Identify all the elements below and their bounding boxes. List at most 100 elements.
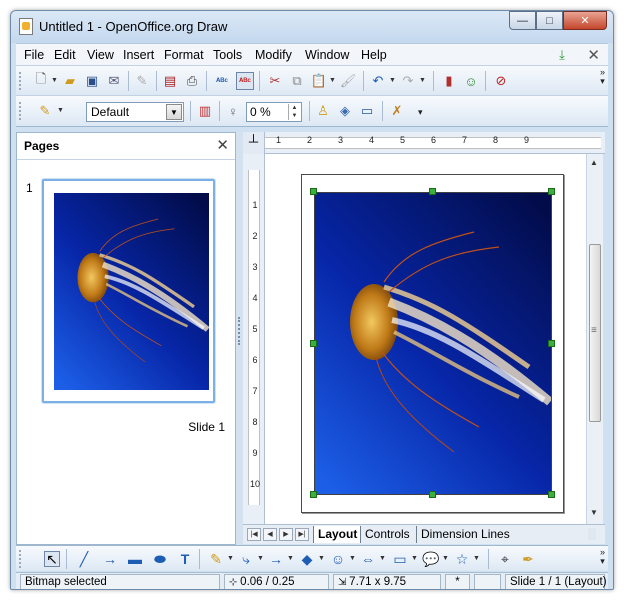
tab-dimension-lines[interactable]: Dimension Lines: [416, 526, 514, 543]
arrow-line-tool-icon[interactable]: →: [102, 551, 118, 567]
first-tab-button[interactable]: |◀: [247, 528, 261, 541]
rectangle-tool-icon[interactable]: ▬: [127, 551, 143, 567]
text-tool-icon[interactable]: T: [177, 551, 193, 567]
new-document-icon[interactable]: 🗋: [32, 71, 50, 90]
navigator-icon[interactable]: ⊘: [492, 72, 510, 90]
update-download-icon[interactable]: ⤓: [554, 47, 570, 63]
cut-icon[interactable]: ✂: [266, 72, 284, 90]
copy-icon[interactable]: ⧉: [288, 72, 306, 90]
area-fill-icon[interactable]: ◈: [336, 102, 354, 120]
status-modified[interactable]: *: [445, 574, 470, 589]
print-icon[interactable]: ⎙: [183, 72, 201, 90]
toolbar-overflow-button[interactable]: » ▾: [600, 68, 605, 86]
redo-icon[interactable]: ↷: [399, 72, 417, 90]
callouts-icon[interactable]: 💬: [422, 551, 439, 567]
curve-dropdown-arrow[interactable]: ▼: [227, 555, 234, 562]
shapes-dropdown-arrow[interactable]: ▼: [318, 555, 325, 562]
line-dropdown-arrow[interactable]: ▼: [57, 107, 64, 114]
selection-handle-top-right[interactable]: [548, 188, 555, 195]
chart-icon[interactable]: ▮: [440, 72, 458, 90]
selection-handle-bottom-right[interactable]: [548, 491, 555, 498]
connector-tool-icon[interactable]: ⤷: [238, 551, 254, 567]
shadow-icon[interactable]: ▭: [358, 102, 376, 120]
status-signature[interactable]: [474, 574, 501, 589]
new-dropdown-arrow[interactable]: ▼: [51, 77, 58, 84]
menu-modify[interactable]: Modify: [255, 48, 292, 62]
menu-help[interactable]: Help: [361, 48, 387, 62]
ruler-tab-icon[interactable]: ┴: [243, 132, 265, 154]
transparency-field[interactable]: 0 % ▲ ▼: [246, 102, 302, 122]
save-icon[interactable]: ▣: [83, 72, 101, 90]
document-close-button[interactable]: ✕: [587, 46, 600, 64]
connector-dropdown-arrow[interactable]: ▼: [257, 555, 264, 562]
selection-handle-left[interactable]: [310, 340, 317, 347]
menu-edit[interactable]: Edit: [54, 48, 76, 62]
toolbar2-overflow-button[interactable]: ▾: [418, 108, 423, 117]
basic-shapes-icon[interactable]: ◆: [299, 551, 315, 567]
horizontal-ruler[interactable]: 1 2 3 4 5 6 7 8 9: [243, 132, 605, 154]
drawing-canvas[interactable]: [265, 154, 595, 524]
next-tab-button[interactable]: ▶: [279, 528, 293, 541]
selection-handle-bottom[interactable]: [429, 491, 436, 498]
drawing-page[interactable]: [301, 174, 564, 513]
selection-handle-top-left[interactable]: [310, 188, 317, 195]
last-tab-button[interactable]: ▶|: [295, 528, 309, 541]
transparency-spinner[interactable]: ▲ ▼: [288, 104, 300, 120]
block-arrows-dropdown-arrow[interactable]: ▼: [379, 555, 386, 562]
tab-controls[interactable]: Controls: [360, 526, 414, 543]
export-pdf-icon[interactable]: ▤: [161, 72, 179, 90]
vertical-scrollbar[interactable]: ▲ ▼: [586, 154, 603, 524]
paste-dropdown-arrow[interactable]: ▼: [329, 77, 336, 84]
horizontal-scroll-grip[interactable]: [588, 528, 596, 540]
line-tool-icon[interactable]: ╱: [76, 551, 92, 567]
ellipse-tool-icon[interactable]: ⬬: [152, 551, 168, 567]
transparency-icon[interactable]: ♀: [224, 102, 242, 120]
toolbar-handle[interactable]: [19, 72, 23, 90]
toolbar-handle[interactable]: [19, 102, 23, 120]
lines-dropdown-arrow[interactable]: ▼: [287, 555, 294, 562]
prev-tab-button[interactable]: ◀: [263, 528, 277, 541]
menu-view[interactable]: View: [87, 48, 114, 62]
select-arrow-icon[interactable]: ↖: [44, 551, 60, 567]
panel-splitter[interactable]: [236, 132, 243, 545]
lines-arrows-tool-icon[interactable]: →: [268, 551, 284, 567]
crop-icon[interactable]: ♙: [314, 102, 332, 120]
menu-file[interactable]: File: [24, 48, 44, 62]
flowchart-icon[interactable]: ▭: [392, 551, 408, 567]
callouts-dropdown-arrow[interactable]: ▼: [442, 555, 449, 562]
menu-insert[interactable]: Insert: [123, 48, 154, 62]
color-filter-icon[interactable]: ▥: [196, 102, 214, 120]
drawbar-overflow-button[interactable]: » ▾: [600, 548, 605, 566]
flowchart-dropdown-arrow[interactable]: ▼: [411, 555, 418, 562]
scroll-down-arrow[interactable]: ▼: [590, 508, 598, 517]
stars-icon[interactable]: ☆: [454, 551, 470, 567]
points-edit-icon[interactable]: ⌖: [497, 551, 513, 567]
undo-icon[interactable]: ↶: [369, 72, 387, 90]
redo-dropdown-arrow[interactable]: ▼: [419, 77, 426, 84]
vertical-ruler[interactable]: 1 2 3 4 5 6 7 8 9 10: [243, 154, 265, 524]
selection-handle-right[interactable]: [548, 340, 555, 347]
slide-thumbnail[interactable]: [42, 179, 215, 403]
block-arrows-icon[interactable]: ⇔: [360, 551, 376, 567]
scroll-thumb[interactable]: [589, 244, 601, 422]
curve-tool-icon[interactable]: ✎: [208, 551, 224, 567]
graphic-style-select[interactable]: Default ▼: [86, 102, 184, 122]
menu-tools[interactable]: Tools: [213, 48, 242, 62]
line-style-icon[interactable]: ✎: [36, 102, 54, 120]
tab-layout[interactable]: Layout: [313, 526, 362, 543]
edit-file-icon[interactable]: ✎: [133, 72, 151, 90]
stars-dropdown-arrow[interactable]: ▼: [473, 555, 480, 562]
splitter-grip[interactable]: [238, 317, 240, 345]
close-button[interactable]: ✕: [563, 11, 607, 30]
gallery-icon[interactable]: ☺: [462, 72, 480, 90]
selection-handle-bottom-left[interactable]: [310, 491, 317, 498]
effects-icon[interactable]: ✗: [388, 102, 406, 120]
menu-format[interactable]: Format: [164, 48, 204, 62]
pages-panel-close-button[interactable]: ✕: [216, 136, 229, 154]
symbol-dropdown-arrow[interactable]: ▼: [349, 555, 356, 562]
autospellcheck-icon[interactable]: ᴬᴮᶜ: [236, 72, 254, 90]
symbol-shapes-icon[interactable]: ☺: [330, 551, 346, 567]
scroll-up-arrow[interactable]: ▲: [590, 158, 598, 167]
minimize-button[interactable]: —: [509, 11, 536, 30]
chevron-down-icon[interactable]: ▼: [166, 104, 182, 120]
